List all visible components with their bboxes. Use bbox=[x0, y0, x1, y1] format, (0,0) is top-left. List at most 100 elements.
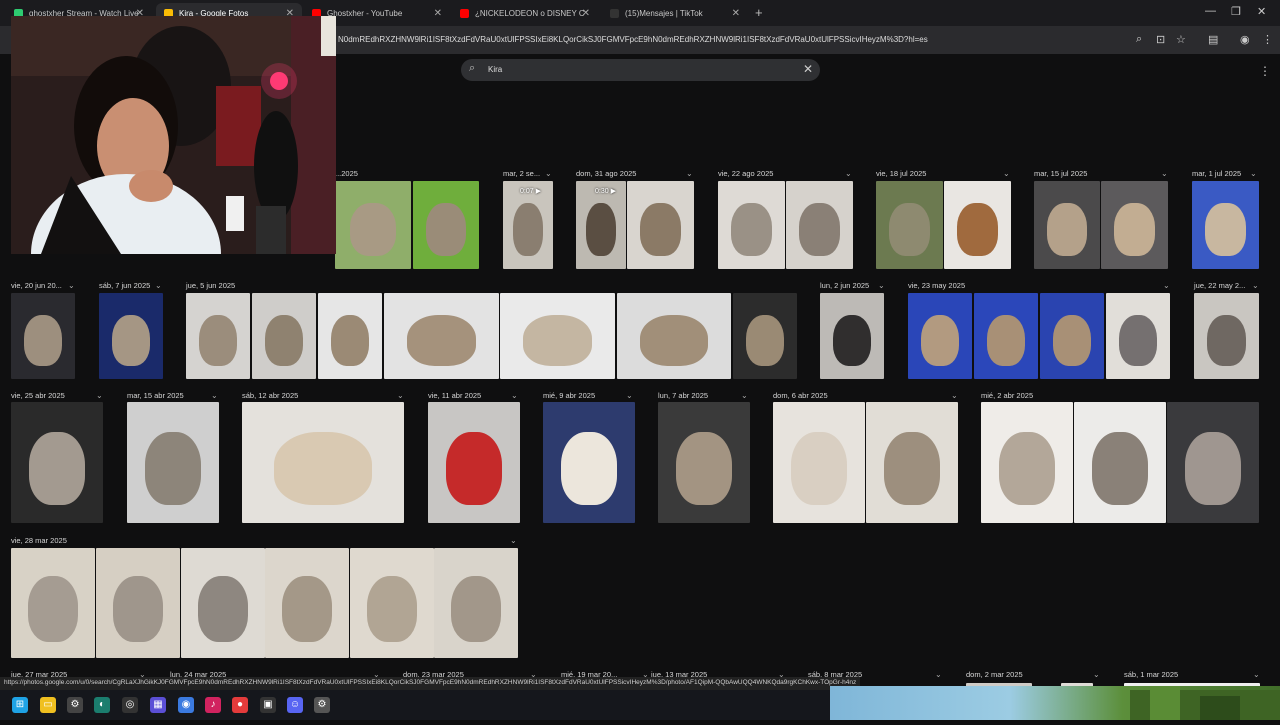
chevron-down-icon[interactable]: ⌄ bbox=[1250, 169, 1257, 178]
chevron-down-icon[interactable]: ⌄ bbox=[96, 391, 103, 400]
photo-thumbnail[interactable] bbox=[1192, 181, 1259, 269]
photo-thumbnail[interactable] bbox=[181, 548, 265, 658]
photo-thumbnail[interactable] bbox=[974, 293, 1038, 379]
more-vert-icon[interactable]: ⋮ bbox=[1259, 64, 1271, 78]
chevron-down-icon[interactable]: ⌄ bbox=[1252, 281, 1259, 290]
app-icon-2[interactable]: ◐ bbox=[94, 697, 110, 713]
photo-thumbnail[interactable] bbox=[944, 181, 1011, 269]
search-icon[interactable]: ⌕ bbox=[469, 62, 475, 75]
chevron-down-icon[interactable]: ⌄ bbox=[211, 391, 218, 400]
photo-thumbnail[interactable] bbox=[434, 548, 518, 658]
photo-thumbnail[interactable] bbox=[718, 181, 785, 269]
url-field[interactable]: N0dmREdhRXZHNW9lRi1ISF8tXzdFdVRaU0xtUlFP… bbox=[338, 35, 928, 44]
photo-thumbnail[interactable] bbox=[543, 402, 635, 523]
obs-icon[interactable]: ◎ bbox=[122, 697, 138, 713]
chevron-down-icon[interactable]: ⌄ bbox=[935, 670, 942, 679]
photo-thumbnail[interactable] bbox=[1106, 293, 1170, 379]
chevron-down-icon[interactable]: ⌄ bbox=[1163, 281, 1170, 290]
photo-thumbnail[interactable] bbox=[242, 402, 404, 523]
photo-thumbnail[interactable] bbox=[413, 181, 479, 269]
photo-thumbnail[interactable] bbox=[658, 402, 750, 523]
browser-tab[interactable]: ¿NICKELODEON o DISNEY CHA ✕ bbox=[452, 3, 598, 23]
photo-thumbnail[interactable] bbox=[1101, 181, 1168, 269]
photo-thumbnail[interactable] bbox=[384, 293, 499, 379]
maximize-icon[interactable]: ❐ bbox=[1231, 5, 1241, 18]
photo-thumbnail[interactable] bbox=[127, 402, 219, 523]
browser-tab[interactable]: (15)Mensajes | TikTok ✕ bbox=[602, 3, 748, 23]
photo-thumbnail[interactable] bbox=[866, 402, 958, 523]
discord-icon[interactable]: ☺ bbox=[287, 697, 303, 713]
install-icon[interactable]: ⊡ bbox=[1156, 33, 1165, 46]
minimize-icon[interactable]: — bbox=[1205, 5, 1216, 17]
photo-thumbnail[interactable] bbox=[617, 293, 731, 379]
photo-thumbnail[interactable] bbox=[773, 402, 865, 523]
photo-thumbnail[interactable] bbox=[786, 181, 853, 269]
tab-close-icon[interactable]: ✕ bbox=[582, 8, 590, 19]
photo-thumbnail[interactable] bbox=[1040, 293, 1104, 379]
photo-thumbnail[interactable] bbox=[733, 293, 797, 379]
zoom-icon[interactable]: ⌕ bbox=[1136, 33, 1142, 46]
chevron-down-icon[interactable]: ⌄ bbox=[686, 169, 693, 178]
photo-thumbnail[interactable] bbox=[350, 548, 434, 658]
chrome-icon[interactable]: ◉ bbox=[178, 697, 194, 713]
photo-thumbnail[interactable] bbox=[1074, 402, 1166, 523]
photo-thumbnail[interactable] bbox=[318, 293, 382, 379]
photo-thumbnail[interactable] bbox=[96, 548, 180, 658]
close-window-icon[interactable]: ✕ bbox=[1257, 5, 1266, 18]
photo-thumbnail[interactable] bbox=[876, 181, 943, 269]
tab-close-icon[interactable]: ✕ bbox=[434, 8, 442, 19]
cat-photo-subject bbox=[1205, 203, 1246, 256]
chevron-down-icon[interactable]: ⌄ bbox=[845, 169, 852, 178]
chevron-down-icon[interactable]: ⌄ bbox=[951, 391, 958, 400]
tiktok-icon[interactable]: ♪ bbox=[205, 697, 221, 713]
record-icon[interactable]: ● bbox=[232, 697, 248, 713]
photo-thumbnail[interactable] bbox=[265, 548, 349, 658]
chevron-down-icon[interactable]: ⌄ bbox=[510, 536, 517, 545]
app-icon-4[interactable]: ▣ bbox=[260, 697, 276, 713]
app-icon-1[interactable]: ⚙ bbox=[67, 697, 83, 713]
photo-thumbnail[interactable] bbox=[1034, 181, 1100, 269]
new-tab-button[interactable]: + bbox=[755, 5, 763, 20]
photo-thumbnail[interactable] bbox=[186, 293, 250, 379]
chevron-down-icon[interactable]: ⌄ bbox=[155, 281, 162, 290]
chevron-down-icon[interactable]: ⌄ bbox=[68, 281, 75, 290]
chevron-down-icon[interactable]: ⌄ bbox=[1093, 670, 1100, 679]
photo-thumbnail[interactable] bbox=[500, 293, 615, 379]
photo-thumbnail[interactable] bbox=[11, 293, 75, 379]
tab-close-icon[interactable]: ✕ bbox=[732, 8, 740, 19]
photo-thumbnail[interactable] bbox=[428, 402, 520, 523]
photo-thumbnail[interactable] bbox=[11, 548, 95, 658]
photo-thumbnail[interactable] bbox=[252, 293, 316, 379]
profile-icon[interactable]: ◉ bbox=[1240, 33, 1250, 46]
chevron-down-icon[interactable]: ⌄ bbox=[511, 391, 518, 400]
chevron-down-icon[interactable]: ⌄ bbox=[741, 391, 748, 400]
photo-thumbnail[interactable] bbox=[627, 181, 694, 269]
chevron-down-icon[interactable]: ⌄ bbox=[397, 391, 404, 400]
chevron-down-icon[interactable]: ⌄ bbox=[1003, 169, 1010, 178]
windows-start-icon[interactable]: ⊞ bbox=[12, 697, 28, 713]
chevron-down-icon[interactable]: ⌄ bbox=[1161, 169, 1168, 178]
photo-thumbnail[interactable] bbox=[820, 293, 884, 379]
photo-thumbnail[interactable] bbox=[1194, 293, 1259, 379]
app-icon-3[interactable]: ▦ bbox=[150, 697, 166, 713]
date-header: dom, 6 abr 2025 bbox=[773, 391, 828, 400]
chevron-down-icon[interactable]: ⌄ bbox=[545, 169, 552, 178]
search-input[interactable]: Kira bbox=[488, 65, 502, 74]
cat-photo-subject bbox=[330, 314, 370, 367]
chevron-down-icon[interactable]: ⌄ bbox=[626, 391, 633, 400]
settings-icon[interactable]: ⚙ bbox=[314, 697, 330, 713]
chevron-down-icon[interactable]: ⌄ bbox=[878, 281, 885, 290]
photo-thumbnail[interactable] bbox=[11, 402, 103, 523]
browser-menu-icon[interactable]: ⋮ bbox=[1262, 33, 1273, 46]
photo-thumbnail[interactable] bbox=[335, 181, 411, 269]
chevron-down-icon[interactable]: ⌄ bbox=[1253, 670, 1260, 679]
photo-thumbnail[interactable] bbox=[99, 293, 163, 379]
search-bar[interactable]: ⌕ Kira ✕ bbox=[461, 59, 820, 81]
photo-thumbnail[interactable] bbox=[1167, 402, 1259, 523]
star-icon[interactable]: ☆ bbox=[1176, 33, 1186, 46]
photo-thumbnail[interactable] bbox=[908, 293, 972, 379]
file-explorer-icon[interactable]: ▭ bbox=[40, 697, 56, 713]
sidebar-icon[interactable]: ▤ bbox=[1208, 33, 1218, 46]
close-icon[interactable]: ✕ bbox=[803, 62, 813, 76]
photo-thumbnail[interactable] bbox=[981, 402, 1073, 523]
